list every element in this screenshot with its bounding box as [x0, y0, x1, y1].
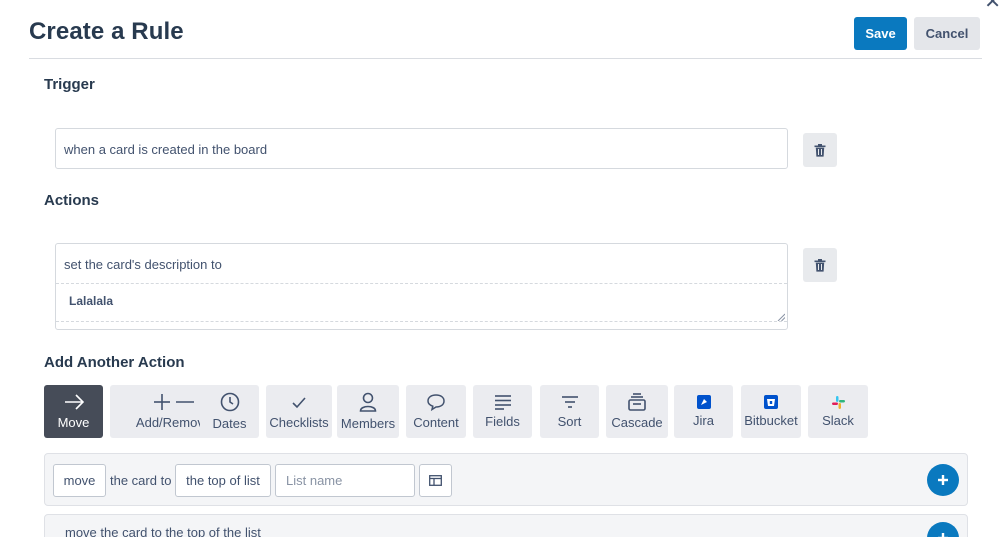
- plus-icon: [938, 533, 948, 537]
- board-picker-button[interactable]: [419, 464, 452, 497]
- header: Create a Rule Save Cancel: [29, 0, 982, 59]
- row-text: the card to: [110, 473, 172, 488]
- action-text: set the card's description to: [64, 257, 222, 272]
- board-icon: [429, 475, 442, 486]
- tile-bitbucket[interactable]: Bitbucket: [741, 385, 801, 438]
- divider: [56, 321, 787, 322]
- tile-content[interactable]: Content: [406, 385, 466, 438]
- trigger-heading: Trigger: [44, 76, 95, 93]
- tile-members[interactable]: Members: [337, 385, 399, 438]
- tile-label: Sort: [557, 414, 582, 429]
- tile-sort[interactable]: Sort: [540, 385, 599, 438]
- tile-slack[interactable]: Slack: [808, 385, 868, 438]
- add-action-button[interactable]: [927, 464, 959, 496]
- tile-label: Dates: [212, 416, 247, 431]
- trash-icon: [814, 143, 826, 157]
- close-icon[interactable]: ✕: [984, 0, 999, 12]
- bitbucket-icon: [764, 395, 778, 409]
- actions-heading: Actions: [44, 192, 100, 209]
- tile-label: Bitbucket: [744, 413, 798, 428]
- tile-move[interactable]: Move: [44, 385, 103, 438]
- tile-dates[interactable]: Dates: [200, 385, 259, 438]
- lines-icon: [494, 395, 511, 410]
- tile-label: Move: [57, 415, 90, 430]
- arrow-right-icon: [64, 394, 84, 410]
- speech-bubble-icon: [427, 394, 445, 411]
- tile-checklists[interactable]: Checklists: [266, 385, 332, 438]
- tile-cascade[interactable]: Cascade: [606, 385, 668, 438]
- tile-label: Jira: [693, 413, 714, 428]
- resize-handle-icon[interactable]: [777, 313, 785, 321]
- tile-label: Slack: [822, 412, 854, 428]
- trash-icon: [814, 258, 826, 272]
- tile-label: Checklists: [269, 415, 329, 430]
- page-title: Create a Rule: [29, 18, 184, 45]
- tile-fields[interactable]: Fields: [473, 385, 532, 438]
- cascade-icon: [628, 393, 646, 411]
- position-select[interactable]: the top of list: [175, 464, 271, 497]
- jira-icon: [696, 395, 711, 409]
- cancel-button[interactable]: Cancel: [914, 17, 980, 50]
- tile-label: Content: [413, 415, 459, 430]
- divider: [56, 283, 787, 284]
- add-action-heading: Add Another Action: [44, 354, 185, 371]
- trigger-text: when a card is created in the board: [64, 142, 268, 157]
- delete-action-button[interactable]: [803, 248, 837, 282]
- trigger-box[interactable]: when a card is created in the board: [55, 128, 788, 169]
- move-verb-select[interactable]: move: [53, 464, 106, 497]
- slack-icon: [831, 395, 845, 409]
- tile-label: Cascade: [611, 415, 663, 430]
- tile-label: Members: [340, 416, 396, 431]
- check-icon: [292, 397, 306, 409]
- move-action-row: move the card to the top of list List na…: [44, 453, 968, 506]
- add-action-button[interactable]: [927, 522, 959, 537]
- move-action-row-2: move the card to the top of the list: [44, 514, 968, 537]
- person-icon: [359, 392, 377, 412]
- clock-icon: [220, 392, 239, 412]
- action-box[interactable]: set the card's description to Lalalala: [55, 243, 788, 330]
- description-textarea[interactable]: Lalalala: [69, 294, 113, 308]
- row-text: move the card to the top of the list: [65, 524, 261, 537]
- tile-jira[interactable]: Jira: [674, 385, 733, 438]
- plus-icon: [938, 475, 948, 485]
- tile-label: Fields: [485, 414, 520, 429]
- save-button[interactable]: Save: [854, 17, 907, 50]
- plus-minus-icon: [153, 394, 194, 410]
- list-name-input[interactable]: List name: [275, 464, 415, 497]
- sort-icon: [561, 396, 578, 408]
- delete-trigger-button[interactable]: [803, 133, 837, 167]
